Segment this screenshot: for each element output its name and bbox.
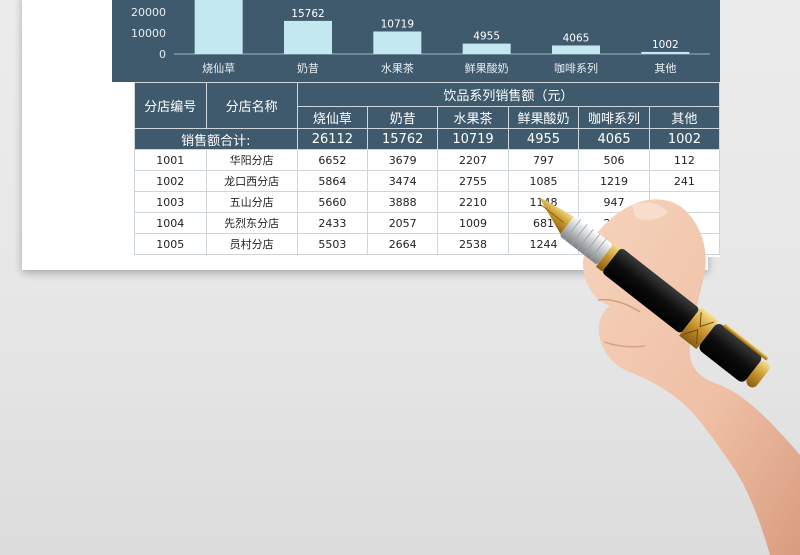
sales-table: 分店编号 分店名称 饮品系列销售额（元） 烧仙草 奶昔 水果茶 鲜果酸奶 咖啡系…	[134, 82, 720, 255]
y-tick-label: 20000	[131, 6, 166, 19]
total-row: 销售额合计: 26112 15762 10719 4955 4065 1002	[134, 128, 720, 150]
sales-cell[interactable]: 5660	[296, 191, 369, 213]
sales-cell[interactable]: 2664	[367, 233, 439, 255]
store-id-cell[interactable]: 1005	[134, 233, 207, 255]
total-cell[interactable]: 4955	[507, 128, 580, 150]
data-label: 4955	[473, 31, 500, 43]
sales-cell[interactable]	[648, 212, 720, 234]
table-row: 1005 员村分店 5503 2664 2538 1244	[134, 233, 720, 255]
sales-cell[interactable]: 112	[648, 149, 720, 171]
sales-cell[interactable]: 2433	[296, 212, 369, 234]
sales-cell[interactable]: 2210	[437, 191, 509, 213]
store-name-cell[interactable]: 员村分店	[205, 233, 298, 255]
sales-cell[interactable]: 3679	[367, 149, 439, 171]
data-label: 4065	[563, 32, 590, 44]
table-row: 1004 先烈东分店 2433 2057 1009 681 293	[134, 212, 720, 234]
sales-cell[interactable]: 506	[578, 149, 650, 171]
sales-cell[interactable]: 1244	[507, 233, 580, 255]
col-header-category: 其他	[648, 106, 720, 129]
bar[interactable]	[373, 31, 422, 54]
col-header-category: 鲜果酸奶	[507, 106, 580, 129]
sales-cell[interactable]	[578, 233, 650, 255]
col-header-category: 水果茶	[437, 106, 509, 129]
total-cell[interactable]: 26112	[296, 128, 369, 150]
table-row: 1001 华阳分店 6652 3679 2207 797 506 112	[134, 149, 720, 171]
x-tick-label: 其他	[654, 62, 676, 75]
y-tick-label: 0	[159, 48, 166, 61]
sales-cell[interactable]: 1009	[437, 212, 509, 234]
sales-cell[interactable]: 1148	[507, 191, 580, 213]
sales-cell[interactable]: 1085	[507, 170, 580, 192]
store-name-cell[interactable]: 华阳分店	[205, 149, 298, 171]
col-header-category: 烧仙草	[296, 106, 369, 129]
store-id-cell[interactable]: 1004	[134, 212, 207, 234]
store-id-cell[interactable]: 1002	[134, 170, 207, 192]
store-id-cell[interactable]: 1001	[134, 149, 207, 171]
sales-cell[interactable]: 241	[648, 170, 720, 192]
store-id-cell[interactable]: 1003	[134, 191, 207, 213]
sales-cell[interactable]: 3888	[367, 191, 439, 213]
x-tick-label: 烧仙草	[202, 62, 235, 75]
x-tick-label: 咖啡系列	[554, 61, 598, 75]
sales-cell[interactable]: 1219	[578, 170, 650, 192]
total-cell[interactable]: 15762	[367, 128, 439, 150]
sales-cell[interactable]: 5864	[296, 170, 369, 192]
store-name-cell[interactable]: 先烈东分店	[205, 212, 298, 234]
y-tick-label: 10000	[131, 27, 166, 40]
sales-cell[interactable]: 2057	[367, 212, 439, 234]
header-row-1: 分店编号 分店名称 饮品系列销售额（元）	[134, 82, 720, 129]
sales-cell[interactable]: 2207	[437, 149, 509, 171]
data-label: 10719	[381, 18, 414, 30]
data-label: 15762	[291, 8, 324, 20]
bar[interactable]	[194, 0, 243, 55]
col-header-store-name: 分店名称	[205, 82, 298, 129]
sales-cell[interactable]: 6652	[296, 149, 369, 171]
sales-cell[interactable]: 681	[507, 212, 580, 234]
group-header-sales: 饮品系列销售额（元）	[296, 82, 720, 107]
x-tick-label: 奶昔	[297, 61, 319, 75]
sales-cell[interactable]	[648, 233, 720, 255]
col-header-category: 奶昔	[367, 106, 439, 129]
bar-chart: 0 10000 20000 烧仙草 15762 奶昔 10719 水果茶 4955 鲜果酸奶 406…	[112, 0, 720, 82]
bar-chart-svg: 0 10000 20000 烧仙草 15762 奶昔 10719 水果茶 4955 鲜果酸奶 406…	[131, 0, 710, 75]
sales-cell[interactable]	[648, 191, 720, 213]
store-name-cell[interactable]: 五山分店	[205, 191, 298, 213]
total-cell[interactable]: 4065	[578, 128, 650, 150]
data-label: 1002	[652, 39, 679, 51]
spreadsheet-sheet: 0 10000 20000 烧仙草 15762 奶昔 10719 水果茶 4955 鲜果酸奶 406…	[22, 0, 720, 270]
bar[interactable]	[284, 20, 332, 54]
sales-panel: 0 10000 20000 烧仙草 15762 奶昔 10719 水果茶 4955 鲜果酸奶 406…	[112, 0, 720, 257]
total-cell[interactable]: 10719	[437, 128, 509, 150]
sales-cell[interactable]: 293	[578, 212, 650, 234]
table-row: 1002 龙口西分店 5864 3474 2755 1085 1219 241	[134, 170, 720, 192]
sales-cell[interactable]: 3474	[367, 170, 439, 192]
sales-cell[interactable]: 797	[507, 149, 580, 171]
sales-cell[interactable]: 2755	[437, 170, 509, 192]
sales-cell[interactable]: 947	[578, 191, 650, 213]
col-header-category: 咖啡系列	[578, 106, 650, 129]
table-row: 1003 五山分店 5660 3888 2210 1148 947	[134, 191, 720, 213]
total-label: 销售额合计:	[134, 128, 298, 150]
total-cell[interactable]: 1002	[648, 128, 720, 150]
sales-cell[interactable]: 5503	[296, 233, 369, 255]
x-tick-label: 鲜果酸奶	[465, 61, 509, 75]
store-name-cell[interactable]: 龙口西分店	[205, 170, 298, 192]
bar[interactable]	[641, 51, 690, 54]
bar[interactable]	[462, 43, 511, 54]
x-tick-label: 水果茶	[381, 62, 414, 75]
sales-cell[interactable]: 2538	[437, 233, 509, 255]
bar[interactable]	[552, 45, 600, 54]
col-header-store-id: 分店编号	[134, 82, 207, 129]
